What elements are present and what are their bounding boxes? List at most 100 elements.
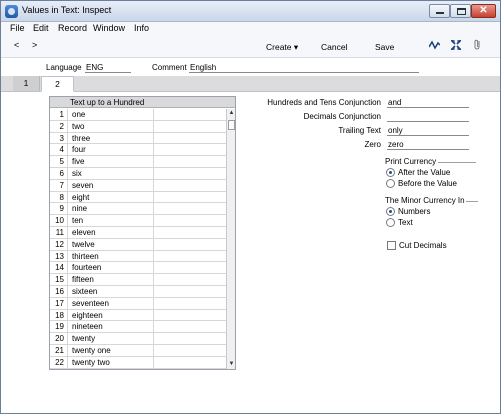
tab-2[interactable]: 2 bbox=[41, 76, 74, 92]
menu-info[interactable]: Info bbox=[134, 23, 149, 33]
paperclip-icon[interactable] bbox=[473, 39, 482, 53]
table-row[interactable]: 7 seven bbox=[50, 179, 226, 192]
table-row[interactable]: 20 twenty bbox=[50, 333, 226, 345]
menu-record[interactable]: Record bbox=[58, 23, 87, 33]
language-field[interactable]: ENG bbox=[85, 63, 131, 73]
row-second-column[interactable] bbox=[153, 168, 154, 179]
row-text[interactable]: three bbox=[72, 133, 90, 145]
row-text[interactable]: twenty one bbox=[72, 345, 111, 357]
row-second-column[interactable] bbox=[153, 333, 154, 344]
scroll-thumb[interactable] bbox=[228, 120, 235, 130]
row-second-column[interactable] bbox=[153, 144, 154, 156]
row-text[interactable]: ten bbox=[72, 215, 83, 227]
row-second-column[interactable] bbox=[153, 286, 154, 297]
trailing-text-field[interactable]: only bbox=[387, 126, 469, 136]
zero-field[interactable]: zero bbox=[387, 140, 469, 150]
row-second-column[interactable] bbox=[153, 179, 154, 191]
table-row[interactable]: 3 three bbox=[50, 132, 226, 145]
table-row[interactable]: 14 fourteen bbox=[50, 262, 226, 275]
table-row[interactable]: 17 seventeen bbox=[50, 297, 226, 310]
row-text[interactable]: eleven bbox=[72, 227, 96, 239]
row-second-column[interactable] bbox=[153, 227, 154, 238]
row-second-column[interactable] bbox=[153, 191, 154, 203]
row-text[interactable]: eight bbox=[72, 192, 89, 204]
row-text[interactable]: two bbox=[72, 121, 84, 133]
radio-numbers[interactable] bbox=[386, 207, 395, 216]
cut-decimals-checkbox[interactable] bbox=[387, 241, 396, 250]
row-text[interactable]: fourteen bbox=[72, 262, 101, 274]
row-second-column[interactable] bbox=[153, 215, 154, 226]
menu-window[interactable]: Window bbox=[93, 23, 125, 33]
row-number: 22 bbox=[50, 356, 68, 368]
next-record-button[interactable]: > bbox=[32, 40, 37, 50]
table-scrollbar[interactable]: ▲ ▼ bbox=[226, 109, 235, 369]
hundreds-conjunction-field[interactable]: and bbox=[387, 98, 469, 108]
table-row[interactable]: 8 eight bbox=[50, 191, 226, 204]
row-text[interactable]: seven bbox=[72, 180, 93, 192]
row-second-column[interactable] bbox=[153, 203, 154, 215]
expand-icon[interactable] bbox=[450, 39, 462, 53]
scroll-down-icon[interactable]: ▼ bbox=[227, 360, 235, 369]
row-text[interactable]: eighteen bbox=[72, 310, 103, 322]
row-text[interactable]: twelve bbox=[72, 239, 95, 251]
table-row[interactable]: 15 fifteen bbox=[50, 274, 226, 286]
row-text[interactable]: seventeen bbox=[72, 298, 109, 310]
row-text[interactable]: twenty bbox=[72, 333, 95, 345]
create-button[interactable]: Create ▾ bbox=[266, 42, 298, 53]
table-row[interactable]: 4 four bbox=[50, 144, 226, 157]
table-row[interactable]: 9 nine bbox=[50, 203, 226, 216]
menu-file[interactable]: File bbox=[10, 23, 25, 33]
table-row[interactable]: 21 twenty one bbox=[50, 345, 226, 357]
comment-field[interactable]: English bbox=[189, 63, 419, 73]
save-button[interactable]: Save bbox=[375, 42, 394, 52]
row-second-column[interactable] bbox=[153, 238, 154, 250]
minimize-button[interactable] bbox=[429, 4, 450, 18]
row-text[interactable]: nine bbox=[72, 203, 87, 215]
table-row[interactable]: 13 thirteen bbox=[50, 250, 226, 263]
row-second-column[interactable] bbox=[153, 250, 154, 262]
table-row[interactable]: 10 ten bbox=[50, 215, 226, 227]
row-text[interactable]: thirteen bbox=[72, 251, 99, 263]
row-second-column[interactable] bbox=[153, 109, 154, 120]
tab-1[interactable]: 1 bbox=[13, 76, 40, 91]
row-text[interactable]: six bbox=[72, 168, 82, 180]
decimals-conjunction-field[interactable] bbox=[387, 112, 469, 122]
table-row[interactable]: 5 five bbox=[50, 156, 226, 168]
row-second-column[interactable] bbox=[153, 297, 154, 309]
table-row[interactable]: 19 nineteen bbox=[50, 321, 226, 334]
row-text[interactable]: four bbox=[72, 144, 86, 156]
row-second-column[interactable] bbox=[153, 120, 154, 132]
table-row[interactable]: 2 two bbox=[50, 120, 226, 133]
radio-before-the-value[interactable] bbox=[386, 179, 395, 188]
row-second-column[interactable] bbox=[153, 262, 154, 274]
activity-icon[interactable] bbox=[428, 39, 441, 53]
row-text[interactable]: sixteen bbox=[72, 286, 97, 298]
row-text[interactable]: five bbox=[72, 156, 84, 168]
row-second-column[interactable] bbox=[153, 321, 154, 333]
table-row[interactable]: 16 sixteen bbox=[50, 286, 226, 298]
row-second-column[interactable] bbox=[153, 356, 154, 368]
table-row[interactable]: 12 twelve bbox=[50, 238, 226, 251]
table-row[interactable]: 22 twenty two bbox=[50, 356, 226, 369]
radio-text[interactable] bbox=[386, 218, 395, 227]
table-row[interactable]: 1 one bbox=[50, 109, 226, 121]
row-text[interactable]: one bbox=[72, 109, 85, 121]
table-row[interactable]: 18 eighteen bbox=[50, 309, 226, 322]
menu-edit[interactable]: Edit bbox=[33, 23, 49, 33]
row-second-column[interactable] bbox=[153, 274, 154, 285]
row-second-column[interactable] bbox=[153, 309, 154, 321]
row-second-column[interactable] bbox=[153, 132, 154, 144]
row-second-column[interactable] bbox=[153, 156, 154, 167]
previous-record-button[interactable]: < bbox=[14, 40, 19, 50]
maximize-button[interactable] bbox=[450, 4, 471, 18]
row-second-column[interactable] bbox=[153, 345, 154, 356]
row-text[interactable]: nineteen bbox=[72, 321, 103, 333]
radio-after-the-value[interactable] bbox=[386, 168, 395, 177]
scroll-up-icon[interactable]: ▲ bbox=[227, 109, 235, 118]
cancel-button[interactable]: Cancel bbox=[321, 42, 347, 52]
close-button[interactable]: ✕ bbox=[471, 4, 496, 18]
table-row[interactable]: 6 six bbox=[50, 168, 226, 180]
row-text[interactable]: fifteen bbox=[72, 274, 94, 286]
row-text[interactable]: twenty two bbox=[72, 357, 110, 369]
table-row[interactable]: 11 eleven bbox=[50, 227, 226, 239]
